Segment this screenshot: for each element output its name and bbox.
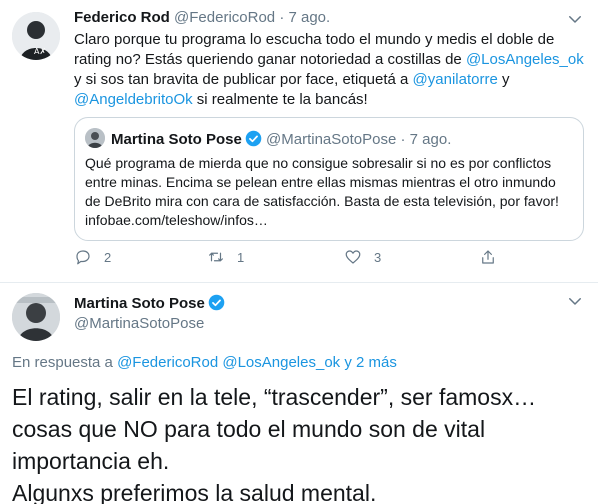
reply-icon xyxy=(74,248,92,266)
mention-link[interactable]: @yanilatorre xyxy=(413,71,498,88)
display-name[interactable]: Martina Soto Pose xyxy=(74,295,205,312)
tweet-federico[interactable]: A✗ Federico Rod @FedericoRod · 7 ago. Cl… xyxy=(0,0,598,283)
user-handle[interactable]: @MartinaSotoPose xyxy=(266,131,396,148)
mention-link[interactable]: @FedericoRod xyxy=(117,354,218,371)
avatar[interactable] xyxy=(85,128,105,148)
user-handle[interactable]: @FedericoRod xyxy=(174,9,275,26)
separator-dot: · xyxy=(279,9,285,26)
user-handle[interactable]: @MartinaSotoPose xyxy=(74,315,204,332)
reply-text-line: Algunxs preferimos la salud mental. xyxy=(12,480,377,504)
like-button[interactable]: 3 xyxy=(344,248,381,266)
share-icon xyxy=(479,248,497,266)
mention-link[interactable]: @LosAngeles_ok xyxy=(222,354,340,371)
tweet-actions: 2 1 3 xyxy=(74,248,514,268)
tweet-header: Federico Rod @FedericoRod · 7 ago. xyxy=(74,9,330,26)
retweet-icon xyxy=(207,248,225,266)
separator-dot: · xyxy=(400,131,406,148)
text-segment: y si sos tan bravita de publicar por fac… xyxy=(74,71,413,88)
reply-context: En respuesta a @FedericoRod @LosAngeles_… xyxy=(12,354,397,371)
quoted-tweet[interactable]: Martina Soto Pose @MartinaSotoPose · 7 a… xyxy=(74,117,584,241)
timestamp[interactable]: 7 ago. xyxy=(288,9,330,26)
mention-link[interactable]: @AngeldebritoOk xyxy=(74,91,193,108)
quote-text: Qué programa de mierda que no consigue s… xyxy=(85,155,559,228)
more-mentions-link[interactable]: y 2 más xyxy=(340,354,397,371)
reply-count: 2 xyxy=(104,249,112,265)
caret-down-icon[interactable] xyxy=(566,10,584,28)
share-button[interactable] xyxy=(479,248,497,266)
mention-link[interactable]: @LosAngeles_ok xyxy=(466,51,584,68)
verified-icon xyxy=(245,130,262,147)
reply-text: El rating, salir en la tele, “trascender… xyxy=(12,381,587,504)
retweet-count: 1 xyxy=(237,249,245,265)
svg-text:A✗: A✗ xyxy=(34,47,46,56)
timestamp[interactable]: 7 ago. xyxy=(410,131,452,148)
like-icon xyxy=(344,248,362,266)
reply-prefix: En respuesta a xyxy=(12,354,118,371)
reply-text-line: El rating, salir en la tele, “trascender… xyxy=(12,384,537,474)
avatar[interactable] xyxy=(12,293,60,341)
like-count: 3 xyxy=(374,249,382,265)
caret-down-icon[interactable] xyxy=(566,292,584,310)
reply-header: Martina Soto Pose xyxy=(74,294,225,312)
text-segment: si realmente te la bancás! xyxy=(192,91,368,108)
quote-header: Martina Soto Pose @MartinaSotoPose · 7 a… xyxy=(111,130,451,148)
display-name[interactable]: Martina Soto Pose xyxy=(111,131,242,148)
display-name[interactable]: Federico Rod xyxy=(74,9,170,26)
tweet-text: Claro porque tu programa lo escucha todo… xyxy=(74,30,584,110)
text-segment: y xyxy=(497,71,510,88)
verified-icon xyxy=(208,294,225,311)
retweet-button[interactable]: 1 xyxy=(207,248,244,266)
avatar[interactable]: A✗ xyxy=(12,12,60,60)
reply-button[interactable]: 2 xyxy=(74,248,111,266)
